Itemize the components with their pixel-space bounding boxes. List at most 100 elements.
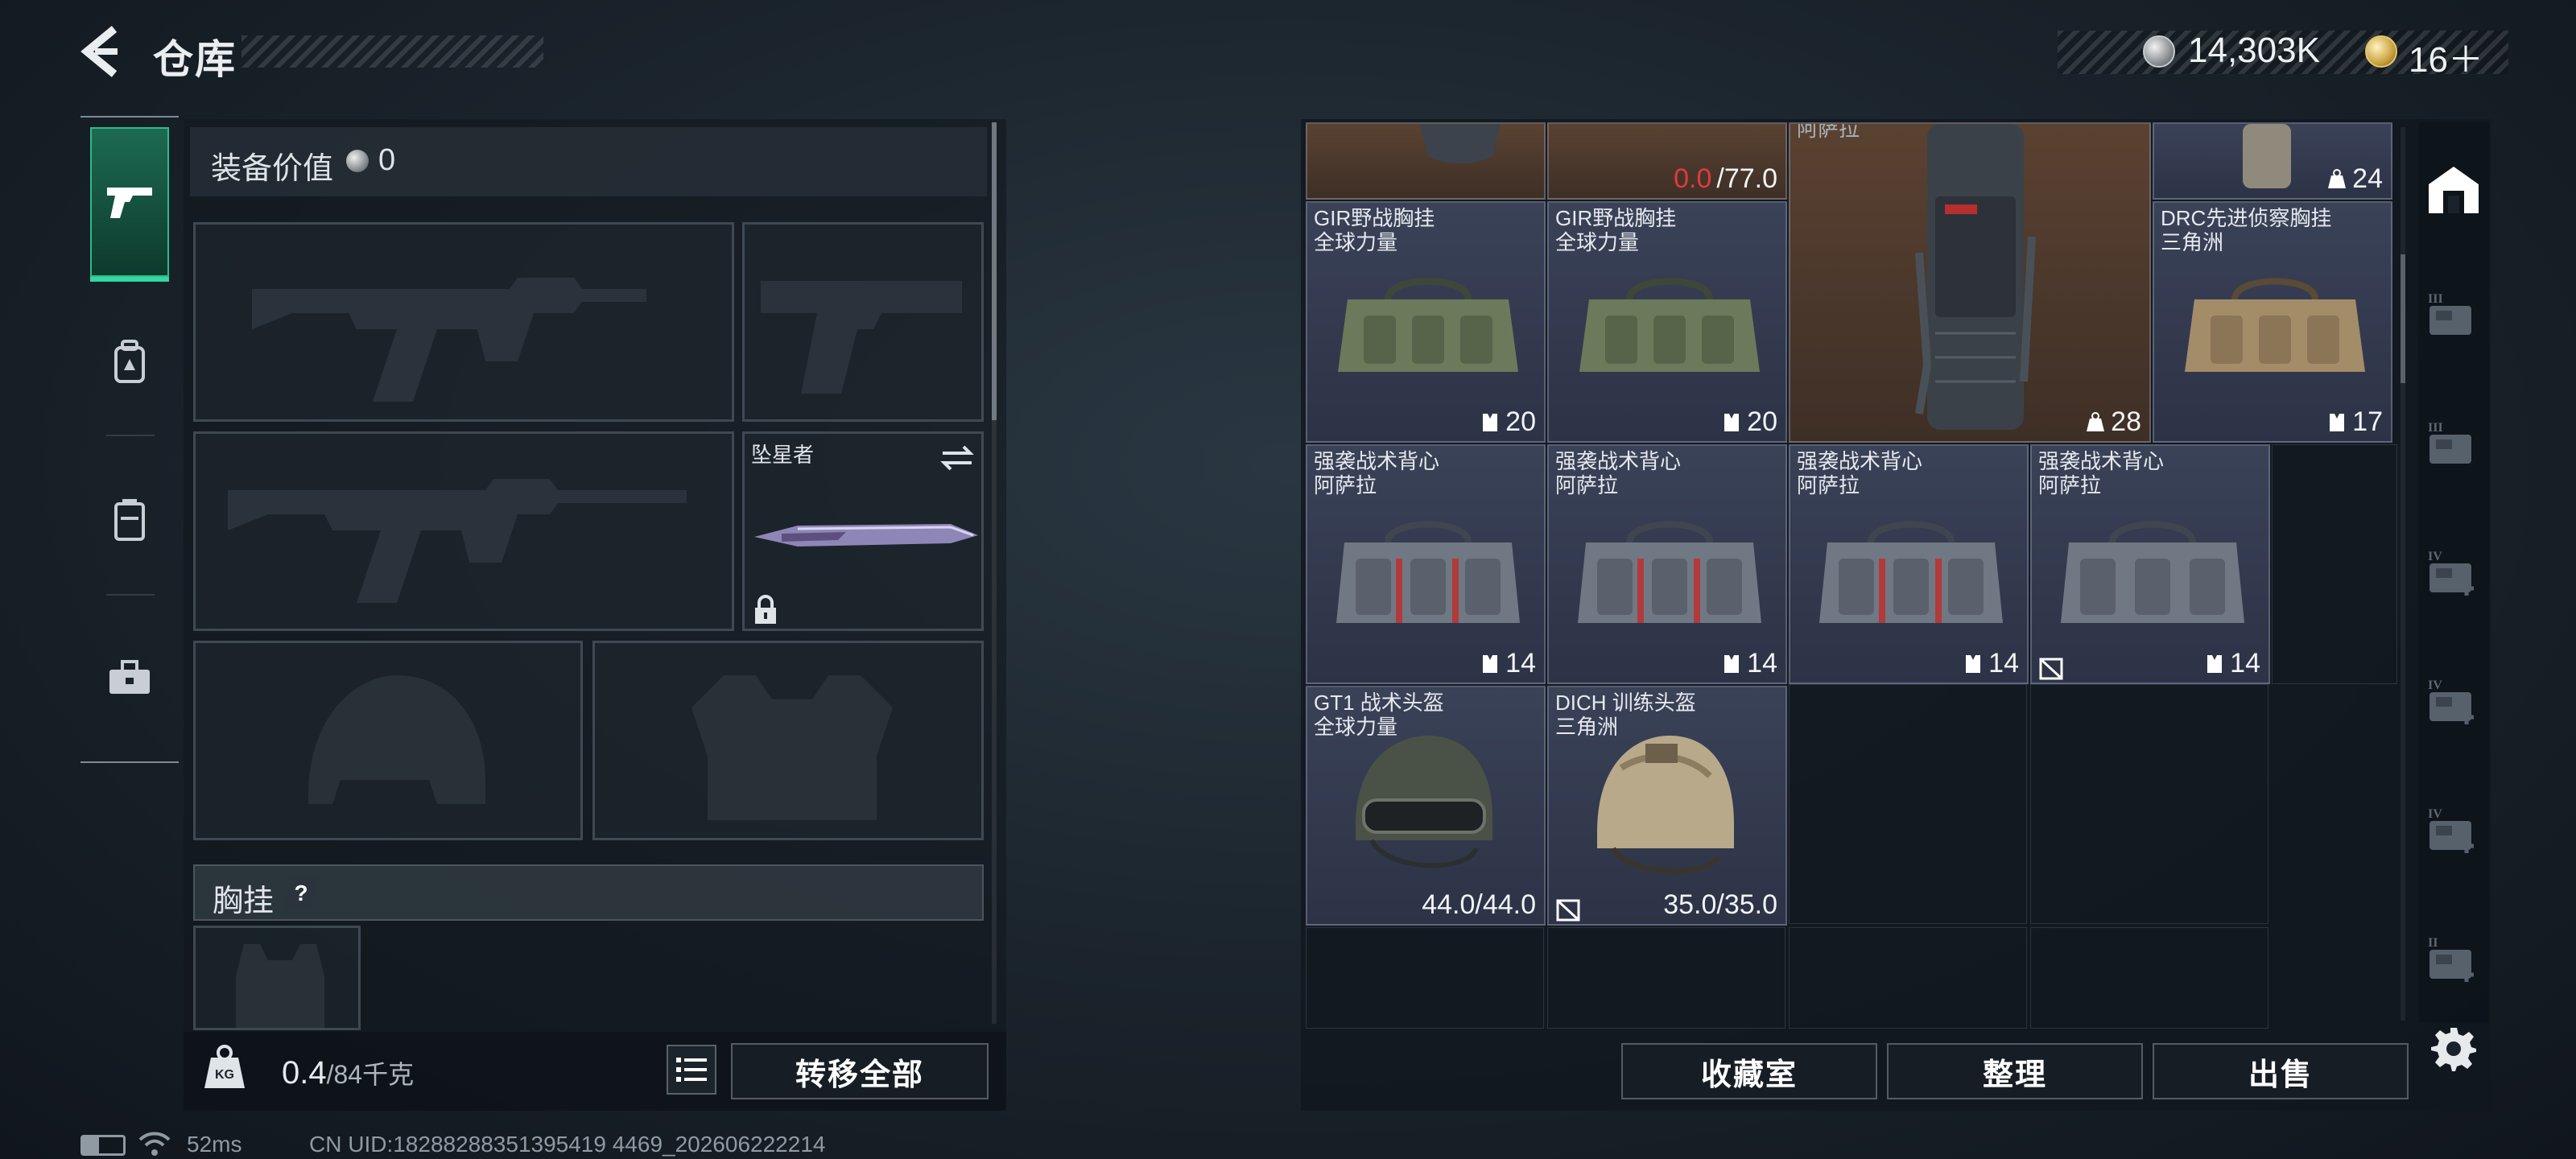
item-count-value: 28 <box>2111 406 2141 437</box>
stash-page-tab[interactable]: IV <box>2423 660 2484 740</box>
empty-grid-cell[interactable] <box>1789 684 2027 924</box>
stash-item-assault-vest[interactable]: 强袭战术背心 阿萨拉 14 <box>2030 444 2270 684</box>
body-armor-slot[interactable] <box>592 641 984 840</box>
currency-gold-value[interactable]: 16＋ <box>2409 31 2483 82</box>
pistol-slot[interactable] <box>742 222 984 422</box>
stash-page-tab[interactable]: IV <box>2423 531 2484 612</box>
rail-top-line <box>80 116 179 118</box>
rail-separator <box>106 435 155 436</box>
rail-separator <box>106 594 155 596</box>
tab-backpack[interactable] <box>90 290 169 435</box>
vest-silhouette-icon <box>236 944 324 1028</box>
page-title: 仓库 <box>153 37 237 82</box>
tab-chest-rig[interactable] <box>90 448 169 592</box>
sell-button[interactable]: 出售 <box>2153 1043 2409 1099</box>
item-durability: 44.0/44.0 <box>1422 889 1536 921</box>
item-count: 20 <box>1480 406 1536 438</box>
helmet-item-icon <box>1356 736 1492 868</box>
settings-button[interactable] <box>2429 1021 2478 1077</box>
item-count: 14 <box>1963 648 2019 679</box>
ping-value: 52ms <box>187 1132 242 1157</box>
secondary-weapon-slot[interactable] <box>193 431 734 631</box>
svg-text:IV: IV <box>2428 678 2442 692</box>
stash-item-partial[interactable] <box>1306 122 1546 200</box>
pistol-icon <box>107 188 152 218</box>
item-title: 强袭战术背心 阿萨拉 <box>2038 449 2164 497</box>
tab-stash-main[interactable] <box>2423 150 2484 230</box>
stash-item-drc-rig[interactable]: DRC先进侦察胸挂 三角洲 17 <box>2153 201 2392 443</box>
knife-icon <box>754 524 978 547</box>
item-count-value: 14 <box>1505 648 1536 678</box>
rail-bottom-line <box>80 761 179 763</box>
stash-item-assault-vest[interactable]: 强袭战术背心 阿萨拉 14 <box>1789 444 2029 684</box>
item-count: 14 <box>2204 648 2260 679</box>
stash-item-assault-vest[interactable]: 强袭战术背心 阿萨拉 14 <box>1547 444 1787 684</box>
empty-grid-cell[interactable] <box>1547 927 1785 1029</box>
helmet-item-icon <box>1420 124 1501 163</box>
chest-rig-item-icon <box>1579 278 1760 372</box>
item-count-value: 17 <box>2352 406 2383 437</box>
empty-grid-cell[interactable] <box>2272 444 2397 684</box>
chest-rig-item-icon <box>1338 278 1518 372</box>
user-uid: CN UID:18288288351395419 4469_2026062222… <box>309 1132 826 1157</box>
weight-small-icon <box>2328 168 2347 188</box>
item-name: 强袭战术背心 <box>1314 449 1440 473</box>
helmet-slot[interactable] <box>193 641 583 840</box>
item-name: GIR野战胸挂 <box>1314 206 1435 230</box>
container-icon: II <box>2428 936 2474 982</box>
stash-item-gir-rig[interactable]: GIR野战胸挂 全球力量 20 <box>1547 201 1787 443</box>
durability-max: /77.0 <box>1716 163 1777 194</box>
tab-toolbox[interactable] <box>90 605 169 750</box>
battery-icon <box>80 1135 126 1156</box>
stash-item-large-rig[interactable]: 阿萨拉 28 <box>1789 122 2151 443</box>
item-title: 强袭战术背心 阿萨拉 <box>1555 449 1681 497</box>
stash-item-assault-vest[interactable]: 强袭战术背心 阿萨拉 14 <box>1306 444 1546 684</box>
empty-grid-cell[interactable] <box>2030 927 2268 1029</box>
empty-grid-cell[interactable] <box>1789 927 2027 1029</box>
back-arrow-icon <box>80 26 118 77</box>
stash-page-tab[interactable]: III <box>2423 402 2484 483</box>
svg-text:KG: KG <box>215 1068 234 1082</box>
title-decoration <box>242 35 543 68</box>
stash-page-tab[interactable]: III <box>2423 274 2484 354</box>
toolbox-icon <box>109 660 150 694</box>
stash-item-partial[interactable]: 24 <box>2153 122 2392 200</box>
lock-icon <box>755 595 776 624</box>
assault-vest-item-icon <box>1578 521 1761 623</box>
stash-page-tab[interactable]: IV <box>2423 789 2484 869</box>
chest-rig-slot[interactable] <box>193 926 361 1030</box>
item-count-value: 20 <box>1505 406 1536 437</box>
melee-slot[interactable]: 坠星者 <box>742 431 984 631</box>
item-name: 强袭战术背心 <box>1555 449 1682 473</box>
item-faction: 阿萨拉 <box>1314 473 1377 497</box>
silver-coin-icon <box>2143 35 2175 68</box>
item-durability: 35.0/35.0 <box>1663 889 1777 921</box>
collection-room-button[interactable]: 收藏室 <box>1621 1043 1877 1099</box>
loadout-scroll-thumb[interactable] <box>992 122 997 420</box>
stash-item-gt1-helmet[interactable]: GT1 战术头盔 全球力量 44.0/44.0 <box>1306 686 1546 926</box>
stash-page-tab[interactable]: II <box>2423 918 2484 998</box>
tab-weapons[interactable] <box>90 127 169 282</box>
stash-scroll-thumb[interactable] <box>2401 254 2405 383</box>
item-icon <box>2243 124 2291 188</box>
stash-item-dich-helmet[interactable]: DICH 训练头盔 三角洲 35.0/35.0 <box>1547 686 1787 926</box>
sort-button[interactable]: 整理 <box>1887 1043 2143 1099</box>
item-count: 14 <box>1721 648 1777 679</box>
list-view-button[interactable] <box>667 1045 716 1095</box>
item-faction: 全球力量 <box>1314 230 1398 254</box>
vest-small-icon <box>1966 654 1981 673</box>
empty-grid-cell[interactable] <box>1306 927 1544 1029</box>
empty-grid-cell[interactable] <box>2030 684 2268 924</box>
item-durability: 0.0/77.0 <box>1674 163 1777 195</box>
item-count-value: 20 <box>1747 406 1777 437</box>
stash-item-gir-rig[interactable]: GIR野战胸挂 全球力量 20 <box>1306 201 1546 443</box>
primary-weapon-slot[interactable] <box>193 222 734 422</box>
vest-small-icon <box>1724 413 1740 431</box>
assault-vest-item-icon <box>1336 521 1520 623</box>
item-count: 24 <box>2326 163 2383 195</box>
swap-icon[interactable] <box>938 442 976 474</box>
back-button[interactable] <box>77 24 126 79</box>
svg-text:III: III <box>2428 421 2443 435</box>
transfer-all-button[interactable]: 转移全部 <box>731 1043 989 1099</box>
stash-item-partial[interactable]: 0.0/77.0 <box>1547 122 1787 200</box>
